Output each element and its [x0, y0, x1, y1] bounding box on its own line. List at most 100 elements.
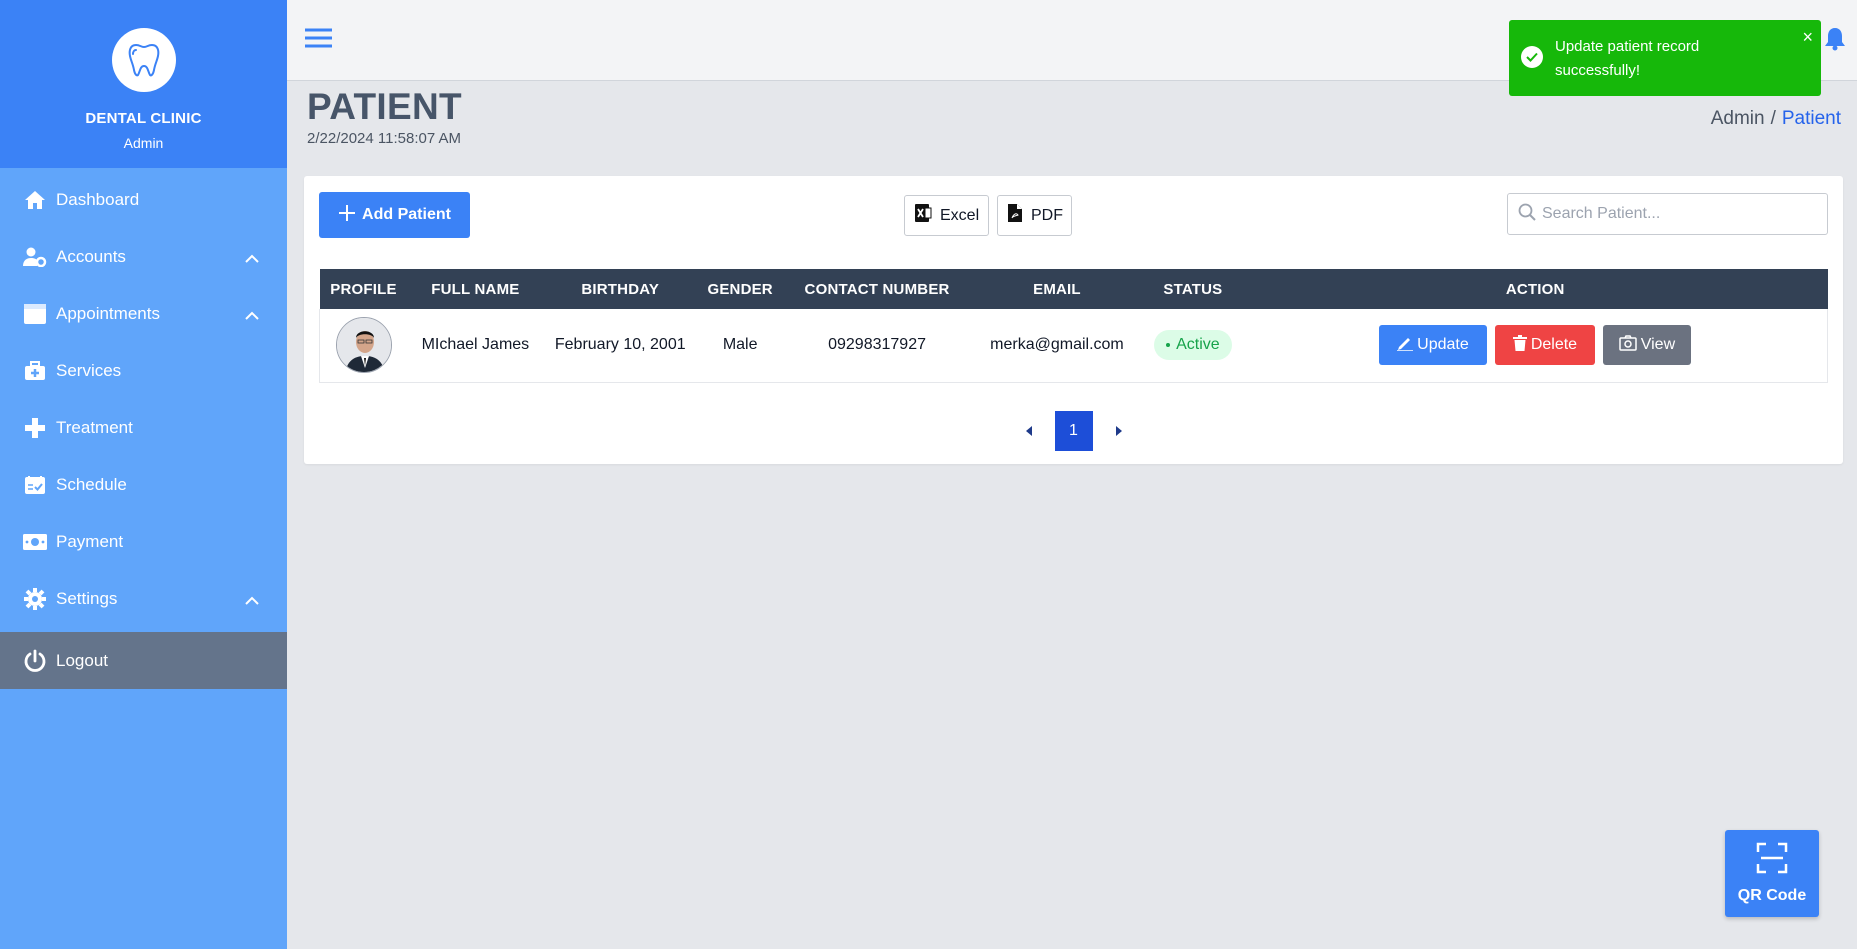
- status-dot-icon: [1166, 343, 1171, 348]
- trash-icon: [1512, 334, 1527, 356]
- pencil-icon: [1397, 335, 1414, 356]
- row-actions: Update Delete View: [1243, 325, 1827, 366]
- breadcrumb: Admin / Patient: [1711, 108, 1841, 130]
- breadcrumb-current: Patient: [1781, 108, 1841, 129]
- cell-birthday: February 10, 2001: [554, 336, 686, 354]
- cell-email: merka@gmail.com: [990, 336, 1124, 354]
- home-icon: [22, 187, 48, 213]
- cell-full-name: MIchael James: [421, 336, 530, 354]
- sidebar-item-treatment[interactable]: Treatment: [0, 399, 287, 456]
- page-title: PATIENT: [307, 86, 462, 127]
- plus-icon: [338, 204, 356, 227]
- sidebar-item-accounts[interactable]: Accounts: [0, 228, 287, 285]
- money-icon: [22, 529, 48, 555]
- brand-role: Admin: [123, 135, 164, 151]
- logout-button[interactable]: Logout: [0, 632, 287, 689]
- add-patient-label: Add Patient: [362, 206, 451, 223]
- eye-camera-icon: [1618, 335, 1637, 356]
- sidebar-item-appointments[interactable]: Appointments: [0, 285, 287, 342]
- sidebar: DENTAL CLINIC Admin Dashboard Accounts A…: [0, 0, 287, 949]
- breadcrumb-root[interactable]: Admin: [1711, 108, 1765, 129]
- status-badge: Active: [1154, 330, 1232, 361]
- column-header-contact-number: CONTACT NUMBER: [804, 280, 950, 298]
- add-patient-button[interactable]: Add Patient: [319, 192, 470, 238]
- cell-contact-number: 09298317927: [828, 336, 926, 354]
- column-header-birthday: BIRTHDAY: [581, 280, 660, 298]
- export-excel-button[interactable]: Excel: [904, 195, 989, 236]
- sidebar-item-label: Services: [56, 360, 122, 380]
- sidebar-item-services[interactable]: Services: [0, 342, 287, 399]
- column-header-email: EMAIL: [1033, 280, 1081, 298]
- page-number-button[interactable]: 1: [1054, 411, 1093, 451]
- sidebar-item-settings[interactable]: Settings: [0, 570, 287, 627]
- column-header-status: STATUS: [1163, 280, 1223, 298]
- brand-name: DENTAL CLINIC: [85, 110, 202, 127]
- patient-card: Add Patient Excel PDF PROFILE FULL NAME …: [304, 176, 1843, 464]
- table-header-row: PROFILE FULL NAME BIRTHDAY GENDER CONTAC…: [319, 269, 1828, 309]
- sidebar-item-label: Accounts: [56, 246, 126, 266]
- excel-label: Excel: [940, 206, 980, 224]
- user-gear-icon: [22, 244, 48, 270]
- cell-gender: Male: [722, 336, 758, 354]
- sidebar-item-label: Payment: [56, 531, 124, 551]
- chevron-up-icon[interactable]: [245, 248, 259, 268]
- cell-status: Active: [1143, 309, 1243, 382]
- column-header-full-name: FULL NAME: [431, 280, 520, 298]
- bell-icon[interactable]: [1825, 27, 1845, 56]
- brand-area: DENTAL CLINIC Admin: [0, 0, 287, 168]
- logout-label: Logout: [56, 650, 108, 670]
- column-header-action: ACTION: [1505, 280, 1565, 298]
- tooth-logo-icon: [111, 28, 176, 92]
- previous-page-icon[interactable]: [1019, 426, 1039, 436]
- success-toast: Update patient record successfully! ×: [1509, 20, 1821, 96]
- calendar-check-icon: [22, 472, 48, 498]
- view-label: View: [1640, 336, 1676, 354]
- qr-code-label: QR Code: [1737, 887, 1807, 904]
- pdf-label: PDF: [1031, 206, 1063, 224]
- column-header-profile: PROFILE: [330, 280, 397, 298]
- page-datetime: 2/22/2024 11:58:07 AM: [307, 130, 462, 147]
- sidebar-nav: Dashboard Accounts Appointments Services…: [0, 168, 287, 627]
- gear-icon: [22, 586, 48, 612]
- update-label: Update: [1417, 336, 1469, 354]
- export-pdf-button[interactable]: PDF: [997, 195, 1072, 236]
- search-box: [1507, 193, 1828, 235]
- qr-scan-icon: [1756, 842, 1788, 879]
- plus-cross-icon: [22, 415, 48, 441]
- table-row: MIchael James February 10, 2001 Male 092…: [319, 309, 1828, 382]
- sidebar-item-dashboard[interactable]: Dashboard: [0, 171, 287, 228]
- sidebar-item-label: Schedule: [56, 474, 127, 494]
- cell-profile: [320, 309, 408, 382]
- medical-kit-icon: [22, 358, 48, 384]
- status-text: Active: [1176, 336, 1220, 354]
- sidebar-item-label: Dashboard: [56, 189, 140, 209]
- delete-button[interactable]: Delete: [1494, 325, 1595, 366]
- cell-action: Update Delete View: [1243, 309, 1828, 382]
- qr-code-button[interactable]: QR Code: [1725, 830, 1819, 917]
- sidebar-item-label: Treatment: [56, 417, 133, 437]
- power-icon: [22, 648, 48, 674]
- sidebar-item-label: Appointments: [56, 303, 160, 323]
- sidebar-item-schedule[interactable]: Schedule: [0, 456, 287, 513]
- update-button[interactable]: Update: [1378, 325, 1487, 366]
- close-icon[interactable]: ×: [1802, 28, 1813, 46]
- chevron-up-icon[interactable]: [245, 590, 259, 610]
- excel-file-icon: [914, 203, 932, 228]
- column-header-gender: GENDER: [707, 280, 773, 298]
- search-input[interactable]: [1542, 205, 1822, 223]
- avatar: [335, 317, 392, 374]
- next-page-icon[interactable]: [1109, 426, 1129, 436]
- check-circle-icon: [1521, 46, 1543, 68]
- sidebar-item-payment[interactable]: Payment: [0, 513, 287, 570]
- hamburger-menu-icon[interactable]: [305, 28, 332, 53]
- chevron-up-icon[interactable]: [245, 305, 259, 325]
- toast-message: Update patient record successfully!: [1555, 38, 1700, 79]
- delete-label: Delete: [1530, 336, 1578, 354]
- patient-table: PROFILE FULL NAME BIRTHDAY GENDER CONTAC…: [319, 269, 1828, 383]
- calendar-icon: [22, 301, 48, 327]
- pagination: 1: [304, 411, 1843, 451]
- view-button[interactable]: View: [1602, 325, 1691, 366]
- sidebar-item-label: Settings: [56, 588, 118, 608]
- search-icon: [1518, 203, 1536, 226]
- breadcrumb-separator: /: [1770, 108, 1776, 129]
